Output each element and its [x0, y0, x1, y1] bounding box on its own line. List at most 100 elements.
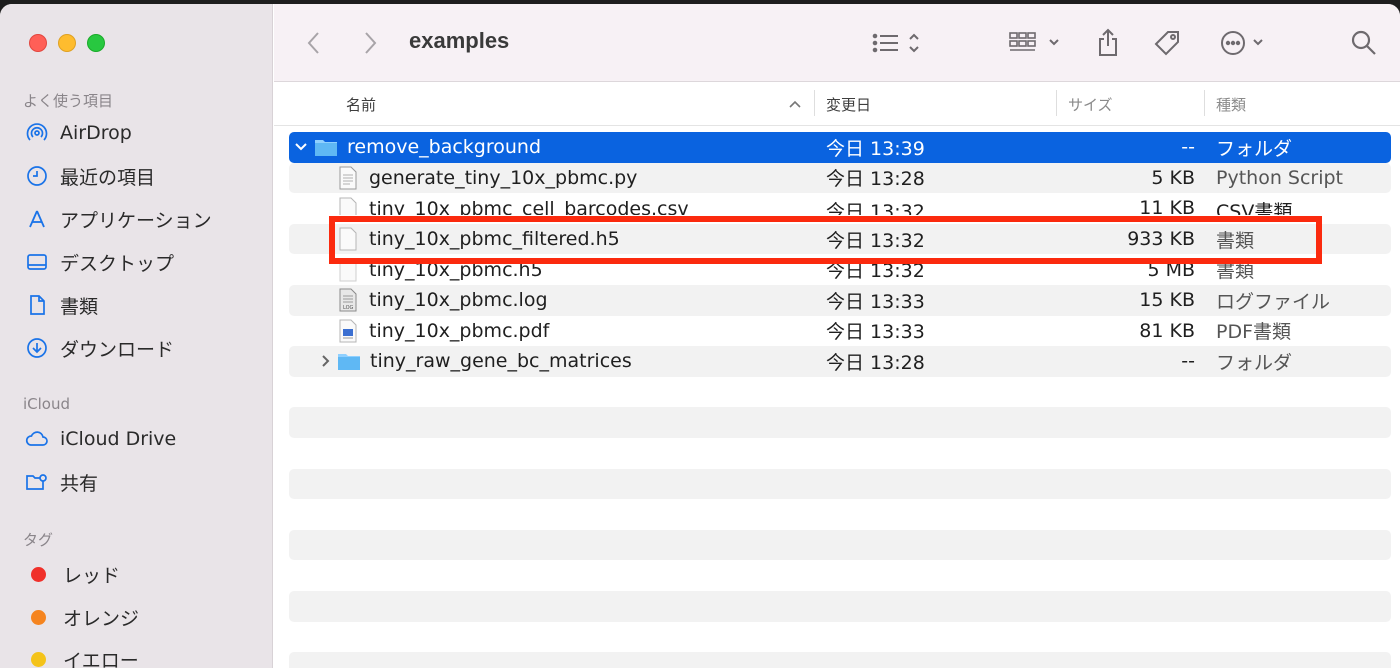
sidebar-item-label: デスクトップ	[60, 252, 175, 275]
back-button[interactable]	[304, 26, 324, 60]
file-name: tiny_raw_gene_bc_matrices	[370, 350, 632, 373]
script-file-icon	[339, 166, 357, 190]
sidebar-item-airdrop[interactable]: AirDrop	[24, 116, 132, 150]
file-row[interactable]: generate_tiny_10x_pbmc.py 今日 13:28 5 KB …	[289, 162, 1391, 194]
empty-row	[289, 377, 1391, 408]
tag-button[interactable]	[1152, 26, 1184, 60]
ellipsis-circle-icon	[1221, 31, 1263, 55]
file-name: tiny_10x_pbmc.h5	[369, 258, 543, 281]
file-size: --	[1181, 350, 1195, 373]
folder-icon	[338, 354, 360, 371]
sidebar-item-label: アプリケーション	[60, 209, 212, 232]
file-kind: 書類	[1216, 260, 1255, 283]
file-name: tiny_10x_pbmc_cell_barcodes.csv	[369, 198, 689, 216]
forward-button[interactable]	[360, 26, 380, 60]
empty-row	[289, 499, 1391, 530]
sidebar-item-label: レッド	[63, 564, 121, 587]
file-size: 5 MB	[1147, 258, 1195, 281]
window-title: examples	[409, 28, 510, 53]
file-date: 今日 13:28	[826, 351, 925, 374]
file-date: 今日 13:33	[826, 321, 925, 344]
sidebar-item-documents[interactable]: 書類	[24, 288, 98, 322]
folder-icon	[315, 140, 337, 157]
column-separator	[1204, 90, 1205, 116]
search-icon	[1351, 30, 1376, 55]
favorites-header: よく使う項目	[23, 92, 114, 110]
column-header-name[interactable]: 名前	[346, 94, 376, 115]
column-separator	[814, 90, 815, 116]
sort-ascending-icon[interactable]	[788, 99, 802, 109]
file-row[interactable]: tiny_10x_pbmc.pdf 今日 13:33 81 KB PDF書類	[289, 316, 1391, 347]
close-window-button[interactable]	[29, 34, 47, 52]
file-row[interactable]: LOG tiny_10x_pbmc.log 今日 13:33 15 KB ログフ…	[289, 284, 1391, 316]
file-name: tiny_10x_pbmc.log	[369, 289, 548, 312]
sidebar-tag-yellow[interactable]: イエロー	[24, 642, 139, 668]
column-header-kind[interactable]: 種類	[1216, 94, 1246, 115]
file-size: 15 KB	[1139, 289, 1195, 312]
log-file-icon: LOG	[339, 288, 357, 312]
sidebar-item-recents[interactable]: 最近の項目	[24, 159, 155, 193]
file-list: remove_background 今日 13:39 -- フォルダ gener…	[289, 132, 1391, 668]
tag-icon	[1154, 31, 1179, 56]
file-date: 今日 13:33	[826, 290, 925, 313]
column-separator	[1056, 90, 1057, 116]
sidebar-item-shared[interactable]: 共有	[24, 465, 98, 499]
file-kind: CSV書類	[1216, 201, 1293, 216]
file-size: 5 KB	[1151, 166, 1195, 189]
sidebar-item-desktop[interactable]: デスクトップ	[24, 245, 174, 279]
file-row[interactable]: tiny_10x_pbmc.h5 今日 13:32 5 MB 書類	[289, 254, 1391, 285]
file-size: 81 KB	[1139, 319, 1195, 342]
sidebar-item-icloud-drive[interactable]: iCloud Drive	[24, 422, 176, 456]
search-button[interactable]	[1350, 26, 1378, 60]
tag-orange-dot	[31, 609, 46, 625]
disclosure-expanded-icon[interactable]	[292, 142, 310, 152]
file-size: 933 KB	[1127, 228, 1195, 251]
empty-row	[289, 468, 1391, 500]
sidebar-item-label: 書類	[60, 295, 99, 318]
file-row-folder[interactable]: tiny_raw_gene_bc_matrices 今日 13:28 -- フォ…	[289, 346, 1391, 377]
share-icon	[1099, 28, 1117, 56]
column-header-size[interactable]: サイズ	[1068, 94, 1113, 115]
minimize-window-button[interactable]	[58, 34, 76, 52]
desktop-icon	[24, 249, 50, 275]
file-date: 今日 13:32	[826, 229, 925, 252]
empty-row	[289, 652, 1391, 668]
empty-row	[289, 560, 1391, 591]
document-icon	[24, 292, 50, 318]
column-header-bar: 名前 変更日 サイズ 種類	[274, 82, 1400, 126]
finder-window: よく使う項目 AirDrop 最近の項目 アプリケーション デスクトップ 書類 …	[0, 4, 1400, 668]
sidebar-item-applications[interactable]: アプリケーション	[24, 202, 212, 236]
zoom-window-button[interactable]	[87, 34, 105, 52]
sidebar-item-label: 最近の項目	[60, 166, 156, 189]
empty-row	[289, 529, 1391, 561]
sidebar-tag-red[interactable]: レッド	[24, 557, 120, 591]
more-actions-button[interactable]	[1218, 26, 1264, 60]
sidebar-item-downloads[interactable]: ダウンロード	[24, 331, 174, 365]
file-row-partially-hidden[interactable]: tiny_10x_pbmc_cell_barcodes.csv 今日 13:32…	[289, 193, 1391, 216]
sidebar-item-label: オレンジ	[63, 607, 140, 630]
file-date: 今日 13:28	[826, 168, 925, 191]
file-row-highlighted[interactable]: tiny_10x_pbmc_filtered.h5 今日 13:32 933 K…	[289, 223, 1391, 255]
file-name: remove_background	[347, 136, 542, 159]
shared-folder-icon	[24, 469, 50, 495]
svg-text:LOG: LOG	[343, 305, 354, 311]
sidebar-tag-orange[interactable]: オレンジ	[24, 600, 139, 634]
share-button[interactable]	[1096, 26, 1120, 60]
tag-yellow-dot	[31, 651, 46, 667]
file-name: tiny_10x_pbmc_filtered.h5	[369, 228, 620, 251]
cloud-icon	[24, 426, 50, 452]
column-header-date[interactable]: 変更日	[826, 94, 871, 115]
list-view-icon	[872, 33, 919, 53]
view-options-button[interactable]	[872, 26, 930, 60]
applications-icon	[24, 206, 50, 232]
sidebar: よく使う項目 AirDrop 最近の項目 アプリケーション デスクトップ 書類 …	[0, 4, 273, 668]
disclosure-collapsed-icon[interactable]	[317, 354, 335, 368]
sidebar-item-label: イエロー	[63, 649, 139, 668]
file-icon	[339, 258, 357, 282]
clock-icon	[24, 163, 50, 189]
file-kind: 書類	[1216, 229, 1255, 252]
group-button[interactable]	[1008, 26, 1066, 60]
file-row-remove-background[interactable]: remove_background 今日 13:39 -- フォルダ	[289, 132, 1391, 163]
file-kind: フォルダ	[1216, 137, 1293, 160]
sidebar-item-label: ダウンロード	[60, 338, 175, 361]
